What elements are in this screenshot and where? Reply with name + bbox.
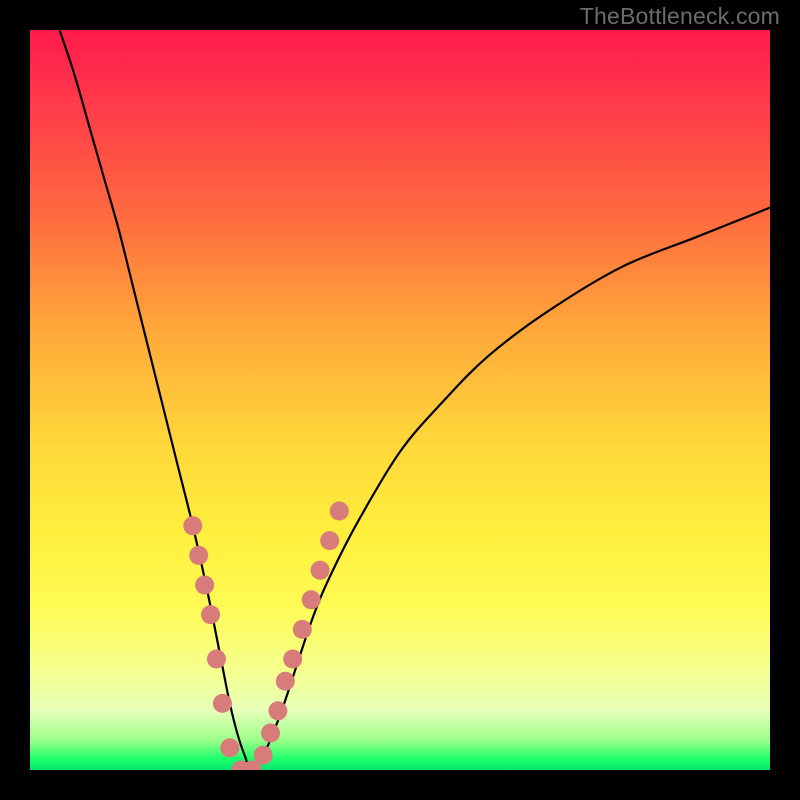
- chart-plot-area: [30, 30, 770, 770]
- curve-marker: [283, 650, 302, 669]
- curve-marker: [207, 650, 226, 669]
- curve-marker: [189, 546, 208, 565]
- curve-marker: [195, 576, 214, 595]
- curve-marker: [220, 738, 239, 757]
- chart-frame: TheBottleneck.com: [0, 0, 800, 800]
- curve-marker: [201, 605, 220, 624]
- curve-marker: [261, 724, 280, 743]
- curve-marker: [320, 531, 339, 550]
- curve-marker: [183, 516, 202, 535]
- curve-marker: [293, 620, 312, 639]
- curve-marker: [302, 590, 321, 609]
- bottleneck-curve: [60, 30, 770, 770]
- curve-marker: [276, 672, 295, 691]
- curve-marker: [311, 561, 330, 580]
- attribution-text: TheBottleneck.com: [580, 3, 780, 30]
- curve-marker: [254, 746, 273, 765]
- curve-marker: [330, 502, 349, 521]
- curve-markers: [183, 502, 349, 771]
- curve-marker: [213, 694, 232, 713]
- curve-marker: [268, 701, 287, 720]
- chart-overlay-svg: [30, 30, 770, 770]
